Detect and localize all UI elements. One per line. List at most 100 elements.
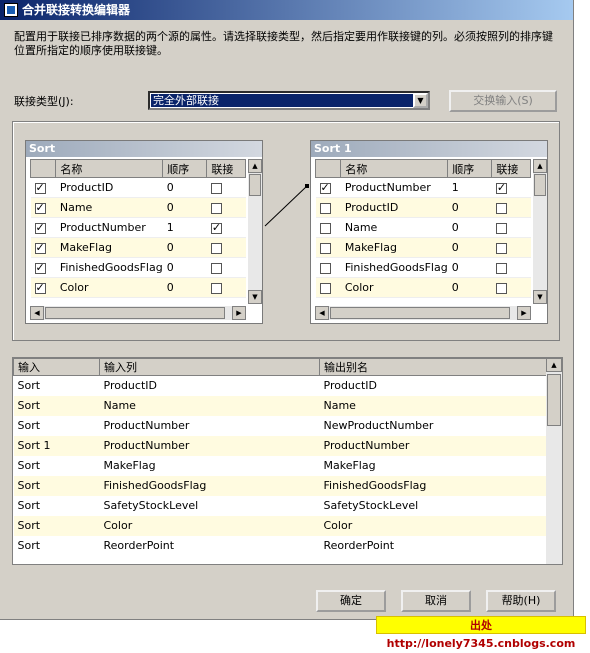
- source-row[interactable]: FinishedGoodsFlag0: [30, 257, 246, 278]
- select-checkbox[interactable]: [319, 262, 331, 274]
- join-checkbox[interactable]: [495, 282, 507, 294]
- join-checkbox[interactable]: [210, 262, 222, 274]
- input-cell[interactable]: Sort: [14, 456, 100, 476]
- ok-button[interactable]: 确定: [316, 590, 386, 612]
- output-alias-cell[interactable]: NewProductNumber: [320, 416, 547, 436]
- input-column-cell[interactable]: FinishedGoodsFlag: [99, 475, 320, 496]
- source-row[interactable]: ProductID0: [315, 197, 531, 218]
- source-vscrollbar[interactable]: ▲ ▼: [248, 159, 262, 304]
- select-checkbox[interactable]: [34, 281, 46, 294]
- source-box-sort-1[interactable]: Sort 1 名称顺序联接ProductNumber1ProductID0Nam…: [310, 140, 548, 324]
- join-checkbox[interactable]: [210, 202, 222, 214]
- source-hscrollbar[interactable]: ◀ ▶: [315, 306, 531, 320]
- mapping-row[interactable]: Sort ReorderPoint ReorderPoint: [14, 536, 547, 556]
- mapping-row[interactable]: Sort Color Color: [13, 515, 547, 536]
- join-checkbox[interactable]: [495, 202, 507, 214]
- column-header-name[interactable]: 名称: [55, 159, 164, 178]
- output-alias-cell[interactable]: MakeFlag: [320, 456, 547, 476]
- input-cell[interactable]: Sort: [14, 496, 100, 516]
- input-cell[interactable]: Sort: [14, 416, 100, 436]
- chevron-down-icon[interactable]: ▼: [413, 93, 428, 108]
- source-row[interactable]: Name0: [315, 217, 531, 238]
- input-cell[interactable]: Sort: [13, 395, 100, 416]
- scroll-right-icon[interactable]: ▶: [232, 306, 246, 320]
- select-checkbox[interactable]: [319, 202, 331, 214]
- column-header-select[interactable]: [30, 159, 57, 178]
- output-alias-cell[interactable]: ReorderPoint: [320, 536, 547, 556]
- select-checkbox[interactable]: [34, 241, 46, 254]
- source-row[interactable]: Color0: [315, 277, 531, 298]
- join-checkbox[interactable]: [495, 262, 507, 274]
- scroll-thumb[interactable]: [249, 174, 261, 196]
- input-cell[interactable]: Sort 1: [13, 435, 100, 456]
- mapping-row[interactable]: Sort FinishedGoodsFlag FinishedGoodsFlag: [13, 475, 547, 496]
- column-header-output-alias[interactable]: 输出别名: [319, 358, 547, 376]
- scroll-down-icon[interactable]: ▼: [533, 290, 547, 304]
- column-header-order[interactable]: 顺序: [447, 159, 493, 178]
- input-column-cell[interactable]: Name: [99, 395, 320, 416]
- join-checkbox[interactable]: [495, 242, 507, 254]
- mapping-row[interactable]: Sort MakeFlag MakeFlag: [14, 456, 547, 476]
- scroll-up-icon[interactable]: ▲: [533, 159, 547, 173]
- output-alias-cell[interactable]: ProductNumber: [319, 435, 547, 456]
- output-alias-cell[interactable]: FinishedGoodsFlag: [319, 475, 547, 496]
- column-header-input[interactable]: 输入: [13, 358, 100, 376]
- source-row[interactable]: MakeFlag0: [30, 237, 246, 258]
- join-checkbox[interactable]: [210, 282, 222, 294]
- source-row[interactable]: ProductID0: [30, 177, 246, 198]
- scroll-up-icon[interactable]: ▲: [248, 159, 262, 173]
- join-type-dropdown[interactable]: 完全外部联接 ▼: [148, 91, 430, 110]
- column-header-join[interactable]: 联接: [491, 159, 531, 178]
- input-cell[interactable]: Sort: [13, 475, 100, 496]
- input-cell[interactable]: Sort: [13, 515, 100, 536]
- source-row[interactable]: ProductNumber1: [315, 177, 531, 198]
- swap-inputs-button[interactable]: 交换输入(S): [449, 90, 557, 112]
- input-column-cell[interactable]: ProductNumber: [100, 416, 320, 436]
- output-alias-cell[interactable]: SafetyStockLevel: [320, 496, 547, 516]
- column-header-join[interactable]: 联接: [206, 159, 246, 178]
- join-checkbox[interactable]: [210, 242, 222, 254]
- scroll-down-icon[interactable]: ▼: [248, 290, 262, 304]
- source-row[interactable]: MakeFlag0: [315, 237, 531, 258]
- source-hscrollbar[interactable]: ◀ ▶: [30, 306, 246, 320]
- input-column-cell[interactable]: ReorderPoint: [100, 536, 320, 556]
- column-header-input-column[interactable]: 输入列: [99, 358, 320, 376]
- input-column-cell[interactable]: ProductID: [100, 376, 320, 396]
- select-checkbox[interactable]: [319, 181, 331, 194]
- mapping-row[interactable]: Sort ProductNumber NewProductNumber: [14, 416, 547, 436]
- mapping-row[interactable]: Sort Name Name: [13, 395, 547, 416]
- source-row[interactable]: FinishedGoodsFlag0: [315, 257, 531, 278]
- scroll-right-icon[interactable]: ▶: [517, 306, 531, 320]
- source-row[interactable]: ProductNumber1: [30, 217, 246, 238]
- source-row[interactable]: Name0: [30, 197, 246, 218]
- mapping-row[interactable]: Sort ProductID ProductID: [14, 376, 547, 396]
- select-checkbox[interactable]: [34, 181, 46, 194]
- join-checkbox[interactable]: [210, 221, 222, 234]
- source-box-sort[interactable]: Sort 名称顺序联接ProductID0Name0ProductNumber1…: [25, 140, 263, 324]
- scroll-thumb[interactable]: [534, 174, 546, 196]
- output-alias-cell[interactable]: Name: [319, 395, 547, 416]
- input-column-cell[interactable]: MakeFlag: [100, 456, 320, 476]
- scroll-left-icon[interactable]: ◀: [315, 306, 329, 320]
- input-column-cell[interactable]: SafetyStockLevel: [100, 496, 320, 516]
- input-column-cell[interactable]: ProductNumber: [99, 435, 320, 456]
- select-checkbox[interactable]: [319, 222, 331, 234]
- join-checkbox[interactable]: [495, 222, 507, 234]
- scroll-thumb[interactable]: [547, 374, 561, 426]
- column-header-order[interactable]: 顺序: [162, 159, 208, 178]
- join-checkbox[interactable]: [495, 181, 507, 194]
- source-vscrollbar[interactable]: ▲ ▼: [533, 159, 547, 304]
- mapping-vscrollbar[interactable]: ▲: [546, 358, 562, 564]
- column-header-select[interactable]: [315, 159, 342, 178]
- output-alias-cell[interactable]: ProductID: [320, 376, 547, 396]
- select-checkbox[interactable]: [34, 221, 46, 234]
- scroll-up-icon[interactable]: ▲: [546, 358, 562, 372]
- mapping-row[interactable]: Sort 1 ProductNumber ProductNumber: [13, 435, 547, 456]
- select-checkbox[interactable]: [319, 242, 331, 254]
- scroll-thumb[interactable]: [330, 307, 510, 319]
- output-alias-cell[interactable]: Color: [319, 515, 547, 536]
- input-column-cell[interactable]: Color: [99, 515, 320, 536]
- source-row[interactable]: Color0: [30, 277, 246, 298]
- select-checkbox[interactable]: [34, 261, 46, 274]
- join-checkbox[interactable]: [210, 182, 222, 194]
